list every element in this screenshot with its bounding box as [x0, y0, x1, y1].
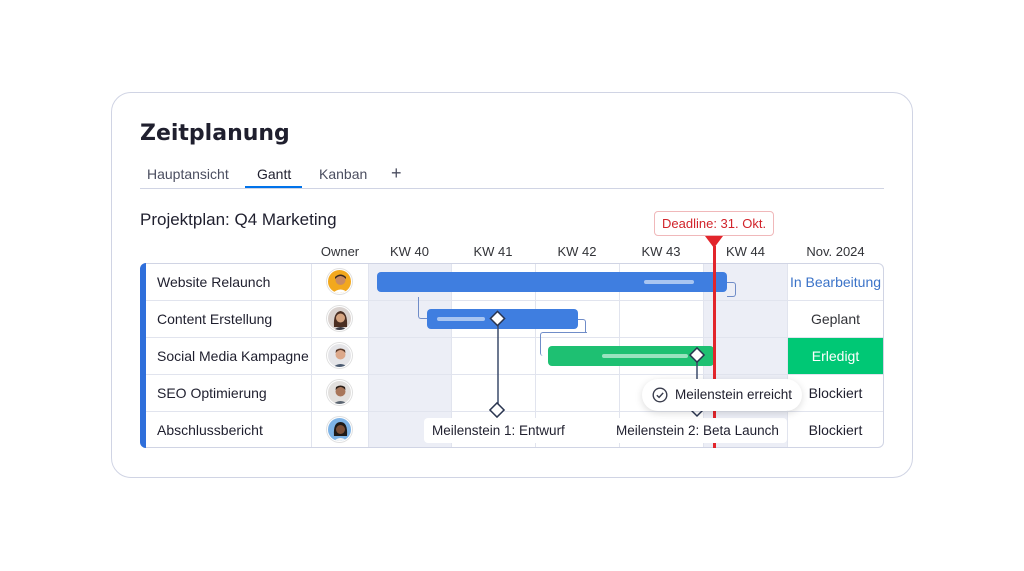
diamond-icon: [488, 401, 506, 419]
milestone-toast: Meilenstein erreicht: [642, 379, 802, 411]
deadline-label: Deadline: 31. Okt.: [654, 211, 775, 236]
milestone-layer: [488, 310, 706, 419]
milestone-label: Meilenstein 1: Entwurf: [424, 418, 573, 443]
diamond-icon: [489, 310, 506, 327]
toast-text: Meilenstein erreicht: [675, 387, 793, 402]
check-circle-icon: [652, 387, 668, 403]
diamond-icon: [688, 346, 706, 364]
triangle-marker-icon[interactable]: [705, 236, 723, 248]
milestone-label: Meilenstein 2: Beta Launch: [608, 418, 787, 443]
